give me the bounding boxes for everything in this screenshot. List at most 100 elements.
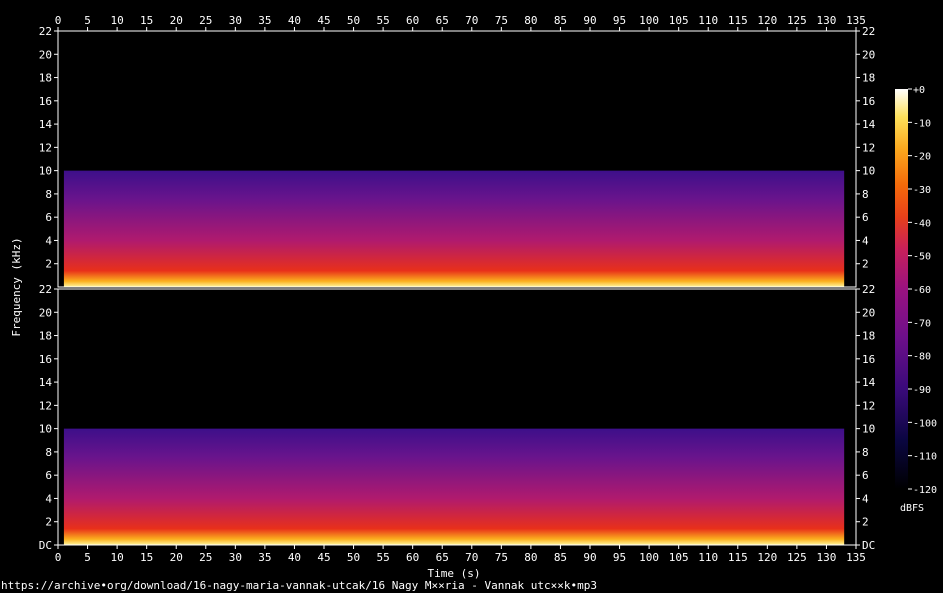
- y-tick-label-left: 10: [39, 165, 52, 178]
- colorbar-tick-label: -30: [913, 185, 931, 196]
- y-tick-label-right: 16: [862, 353, 875, 366]
- x-tick-label-bottom: 50: [347, 551, 360, 564]
- y-tick-label-left: 18: [39, 330, 52, 343]
- y-tick-label-left: 20: [39, 48, 52, 61]
- x-tick-label-bottom: 20: [170, 551, 183, 564]
- colorbar-tick-label: -40: [913, 218, 931, 229]
- y-tick-label-right: 12: [862, 399, 875, 412]
- y-tick-label-right: 6: [862, 211, 869, 224]
- y-tick-label-right: 8: [862, 188, 869, 201]
- colorbar-label: dBFS: [900, 503, 924, 514]
- colorbar: +0 -10 -20 -30 -40 -50 -60 -70 -80 -90 -100 -110 -12…: [895, 85, 937, 514]
- x-tick-label-top: 55: [376, 14, 389, 27]
- y-tick-label-left: 22: [39, 25, 52, 38]
- x-tick-label-top: 65: [436, 14, 449, 27]
- x-tick-label-bottom: 100: [639, 551, 659, 564]
- x-tick-label-top: 35: [258, 14, 271, 27]
- x-tick-label-top: 30: [229, 14, 242, 27]
- y-tick-label-right: 4: [862, 234, 869, 247]
- colorbar-tick-label: -80: [913, 352, 931, 363]
- y-tick-label-left: 18: [39, 72, 52, 85]
- y-tick-label-right: 20: [862, 306, 875, 319]
- x-tick-label-top: 40: [288, 14, 301, 27]
- y-tick-label-right: 18: [862, 330, 875, 343]
- colorbar-tick-label: -70: [913, 318, 931, 329]
- y-tick-label-right: 2: [862, 516, 869, 529]
- y-tick-label-right: 14: [862, 376, 876, 389]
- x-tick-label-bottom: 60: [406, 551, 419, 564]
- x-tick-label-bottom: 35: [258, 551, 271, 564]
- y-tick-label-left: 6: [45, 469, 52, 482]
- x-tick-label-top: 110: [698, 14, 718, 27]
- x-tick-label-top: 25: [199, 14, 212, 27]
- x-tick-label-top: 85: [554, 14, 567, 27]
- source-url: https://archive•org/download/16-nagy-mar…: [1, 579, 597, 592]
- x-tick-label-top: 50: [347, 14, 360, 27]
- x-tick-label-bottom: 95: [613, 551, 626, 564]
- y-tick-label-left: 14: [39, 118, 53, 131]
- x-tick-label-top: 80: [524, 14, 537, 27]
- y-tick-label-right: 20: [862, 48, 875, 61]
- x-tick-label-top: 115: [728, 14, 748, 27]
- x-tick-label-bottom: 65: [436, 551, 449, 564]
- y-tick-label-left: 10: [39, 423, 52, 436]
- x-tick-label-top: 20: [170, 14, 183, 27]
- x-tick-label-bottom: 110: [698, 551, 718, 564]
- x-tick-label-bottom: 5: [84, 551, 91, 564]
- x-tick-label-bottom: 45: [317, 551, 330, 564]
- y-tick-label-right: 4: [862, 492, 869, 505]
- x-tick-label-bottom: 30: [229, 551, 242, 564]
- x-tick-label-bottom: 10: [110, 551, 123, 564]
- y-tick-label-left: 2: [45, 516, 52, 529]
- x-tick-label-top: 15: [140, 14, 153, 27]
- y-tick-label-left: 14: [39, 376, 53, 389]
- x-tick-label-top: 90: [583, 14, 596, 27]
- x-tick-label-top: 5: [84, 14, 91, 27]
- x-tick-label-bottom: 0: [55, 551, 62, 564]
- channel-panel-2: DC DC2 24 46 68 810 1012 1214 1416 1618 1820 2022 22: [39, 283, 876, 552]
- colorbar-tick-label: -110: [913, 452, 937, 463]
- x-tick-label-bottom: 85: [554, 551, 567, 564]
- y-tick-label-right: 18: [862, 72, 875, 85]
- y-tick-label-right: 6: [862, 469, 869, 482]
- x-tick-label-bottom: 130: [817, 551, 837, 564]
- x-tick-label-top: 75: [495, 14, 508, 27]
- y-tick-label-left: 12: [39, 399, 52, 412]
- colorbar-tick-label: -100: [913, 418, 937, 429]
- colorbar-tick-label: -20: [913, 152, 931, 163]
- y-axis-label: Frequency (kHz): [10, 237, 23, 336]
- spectrogram-chart: 2 24 46 68 810 1012 1214 1416 1618 1820 2022 22DC DC…: [1, 14, 937, 592]
- x-tick-label-bottom: 105: [669, 551, 689, 564]
- x-tick-label-bottom: 125: [787, 551, 807, 564]
- colorbar-tick-label: -50: [913, 252, 931, 263]
- x-tick-label-top: 45: [317, 14, 330, 27]
- x-tick-label-bottom: 120: [757, 551, 777, 564]
- x-tick-label-top: 100: [639, 14, 659, 27]
- x-tick-label-top: 60: [406, 14, 419, 27]
- spectral-energy: [63, 170, 845, 287]
- y-tick-label-right: 14: [862, 118, 876, 131]
- colorbar-gradient: [895, 89, 908, 489]
- y-tick-label-left: 12: [39, 141, 52, 154]
- y-tick-label-right: 22: [862, 283, 875, 296]
- x-tick-label-bottom: 135: [846, 551, 866, 564]
- y-tick-label-left: 16: [39, 353, 52, 366]
- x-tick-label-top: 130: [817, 14, 837, 27]
- colorbar-tick-label: -90: [913, 385, 931, 396]
- colorbar-tick-label: -60: [913, 285, 931, 296]
- x-tick-label-top: 0: [55, 14, 62, 27]
- x-tick-label-bottom: 15: [140, 551, 153, 564]
- colorbar-ticks: +0 -10 -20 -30 -40 -50 -60 -70 -80 -90 -100 -110 -12…: [908, 85, 937, 496]
- x-tick-label-bottom: 90: [583, 551, 596, 564]
- x-tick-label-bottom: 25: [199, 551, 212, 564]
- colorbar-tick-label: -10: [913, 118, 931, 129]
- x-tick-label-bottom: 70: [465, 551, 478, 564]
- y-tick-label-right: 10: [862, 165, 875, 178]
- y-tick-label-left: DC: [39, 539, 52, 552]
- x-tick-label-top: 95: [613, 14, 626, 27]
- colorbar-tick-label: +0: [913, 85, 925, 96]
- y-tick-label-left: 4: [45, 492, 52, 505]
- x-tick-label-top: 10: [110, 14, 123, 27]
- x-tick-label-bottom: 80: [524, 551, 537, 564]
- x-tick-label-bottom: 115: [728, 551, 748, 564]
